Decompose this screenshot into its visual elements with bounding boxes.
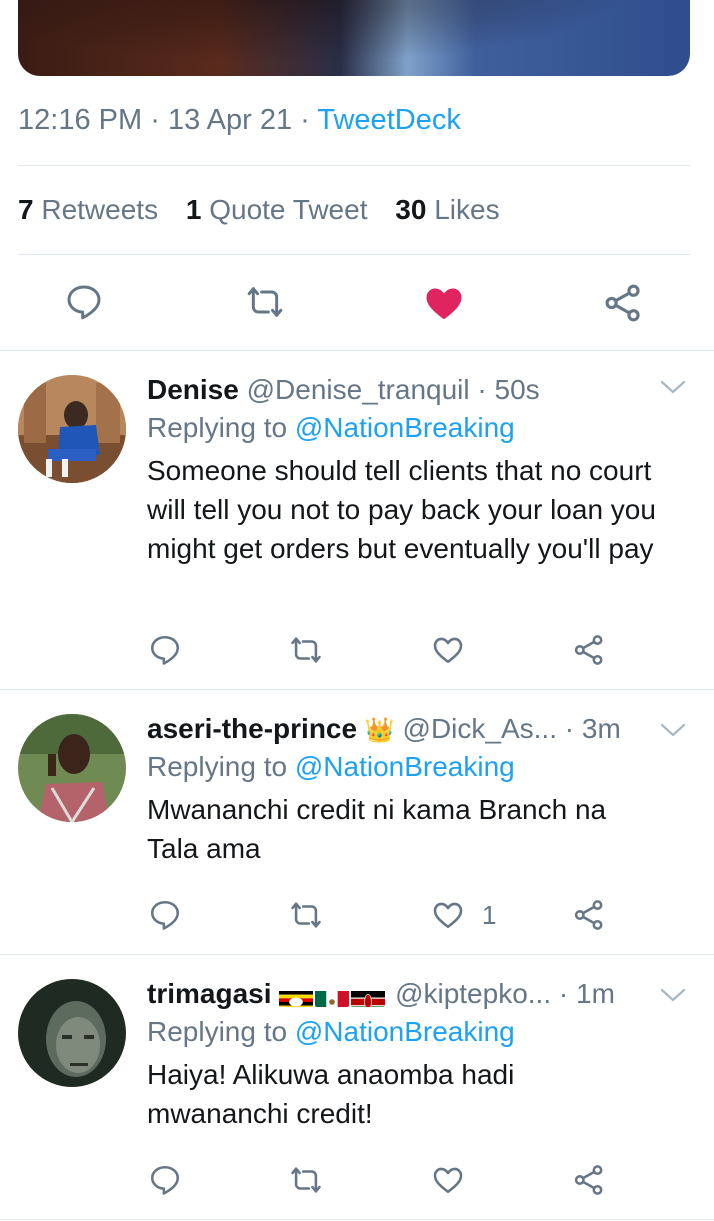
separator: ·	[150, 104, 160, 136]
reply-action-bar	[0, 1161, 714, 1201]
reply-time: 3m	[581, 713, 621, 744]
retweets-stat[interactable]: 7 Retweets	[18, 194, 158, 225]
quote-tweets-stat[interactable]: 1 Quote Tweet	[186, 194, 368, 225]
like-icon[interactable]	[430, 1163, 466, 1197]
reply-icon[interactable]	[148, 1163, 182, 1197]
kenya-flag-icon	[351, 985, 386, 1007]
replying-to: Replying to @NationBreaking	[147, 1016, 515, 1047]
tweet-action-bar	[0, 278, 714, 328]
mexico-flag-icon	[315, 985, 350, 1007]
like-icon[interactable]	[430, 898, 466, 932]
tweet-media-image[interactable]	[18, 0, 690, 76]
display-name[interactable]: trimagasi	[147, 978, 272, 1009]
reply-header: aseri-the-prince 👑 @Dick_As... · 3m	[147, 713, 621, 744]
reply-header: Denise @Denise_tranquil · 50s	[147, 374, 540, 405]
retweet-icon[interactable]	[244, 282, 286, 322]
reply-action-bar	[0, 631, 714, 671]
tweet-stats: 7 Retweets 1 Quote Tweet 30 Likes	[18, 194, 520, 226]
avatar[interactable]	[18, 375, 126, 483]
separator: ·	[300, 104, 310, 136]
display-name[interactable]: Denise	[147, 374, 239, 405]
reply-action-bar: 1	[0, 896, 714, 936]
media-shade	[18, 0, 690, 76]
share-icon[interactable]	[602, 282, 644, 324]
share-icon[interactable]	[572, 633, 606, 667]
divider	[18, 165, 690, 166]
tweet-date: 13 Apr 21	[167, 104, 293, 136]
chevron-down-icon[interactable]	[660, 379, 686, 395]
chevron-down-icon[interactable]	[660, 722, 686, 738]
divider	[0, 1219, 714, 1220]
tweet-timestamp: 12:16 PM · 13 Apr 21 · TweetDeck	[18, 104, 461, 137]
avatar-image	[18, 979, 126, 1087]
user-handle[interactable]: @kiptepko...	[395, 978, 551, 1009]
like-count: 1	[482, 900, 497, 930]
like-filled-icon[interactable]	[422, 282, 466, 324]
like-icon[interactable]	[430, 633, 466, 667]
user-handle[interactable]: @Dick_As...	[403, 713, 557, 744]
retweet-icon[interactable]	[288, 1163, 324, 1197]
mention-link[interactable]: @NationBreaking	[295, 1016, 515, 1047]
replying-to: Replying to @NationBreaking	[147, 751, 515, 782]
uganda-flag-icon	[279, 985, 314, 1007]
display-name[interactable]: aseri-the-prince	[147, 713, 357, 744]
likes-stat[interactable]: 30 Likes	[395, 194, 499, 225]
reply-tweet[interactable]: aseri-the-prince 👑 @Dick_As... · 3m Repl…	[0, 690, 714, 954]
retweet-icon[interactable]	[288, 898, 324, 932]
avatar-image	[18, 714, 126, 822]
reply-text: Someone should tell clients that no cour…	[147, 455, 656, 564]
divider	[18, 254, 690, 255]
reply-header: trimagasi @kiptepko... · 1m	[147, 975, 692, 1013]
reply-text: Haiya! Alikuwa anaomba hadi mwananchi cr…	[147, 1059, 515, 1129]
share-icon[interactable]	[572, 898, 606, 932]
avatar[interactable]	[18, 979, 126, 1087]
share-icon[interactable]	[572, 1163, 606, 1197]
avatar[interactable]	[18, 714, 126, 822]
reply-tweet[interactable]: Denise @Denise_tranquil · 50s Replying t…	[0, 351, 714, 689]
tweet-time: 12:16 PM	[18, 104, 143, 136]
reply-text: Mwananchi credit ni kama Branch na Tala …	[147, 794, 607, 864]
reply-icon[interactable]	[148, 898, 182, 932]
reply-icon[interactable]	[148, 633, 182, 667]
chevron-down-icon[interactable]	[660, 987, 686, 1003]
reply-time: 50s	[494, 374, 540, 405]
reply-time: 1m	[576, 978, 615, 1009]
mention-link[interactable]: @NationBreaking	[295, 412, 515, 443]
retweet-icon[interactable]	[288, 633, 324, 667]
user-handle[interactable]: @Denise_tranquil	[247, 374, 470, 405]
reply-tweet[interactable]: trimagasi @kiptepko... · 1m Replying to …	[0, 955, 714, 1219]
replying-to: Replying to @NationBreaking	[147, 412, 515, 443]
mention-link[interactable]: @NationBreaking	[295, 751, 515, 782]
reply-icon[interactable]	[64, 282, 104, 322]
tweet-source-link[interactable]: TweetDeck	[317, 104, 460, 136]
crown-emoji-icon: 👑	[364, 717, 395, 744]
avatar-image	[18, 375, 126, 483]
